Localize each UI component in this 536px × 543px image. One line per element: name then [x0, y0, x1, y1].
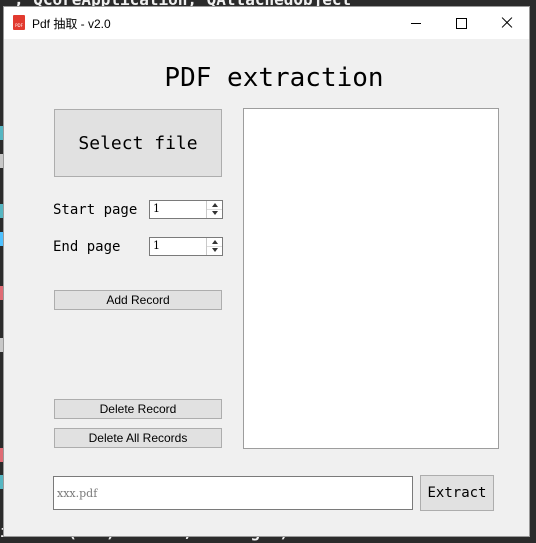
record-list[interactable] [243, 108, 499, 449]
start-page-label: Start page [53, 202, 138, 218]
triangle-up-icon [211, 203, 218, 207]
end-page-stepper [206, 238, 222, 255]
end-page-value[interactable]: 1 [153, 239, 160, 252]
triangle-up-icon [211, 240, 218, 244]
end-page-spinbox[interactable]: 1 [149, 237, 223, 256]
close-icon [501, 17, 513, 29]
start-page-value[interactable]: 1 [153, 202, 160, 215]
maximize-button[interactable] [438, 7, 484, 39]
add-record-button[interactable]: Add Record [54, 290, 222, 310]
start-page-decrement-button[interactable] [207, 209, 222, 217]
close-button[interactable] [484, 7, 530, 39]
extract-button[interactable]: Extract [420, 475, 494, 511]
select-file-button[interactable]: Select file [54, 109, 222, 177]
output-filename-input[interactable] [54, 477, 412, 509]
pdf-file-icon [13, 15, 25, 30]
page-title: PDF extraction [164, 63, 384, 93]
maximize-icon [455, 17, 467, 29]
output-filename-field[interactable] [53, 476, 413, 510]
window-title: Pdf 抽取 - v2.0 [32, 17, 111, 31]
minimize-icon [411, 22, 421, 24]
delete-all-records-button[interactable]: Delete All Records [54, 428, 222, 448]
minimize-button[interactable] [393, 7, 439, 39]
start-page-stepper [206, 201, 222, 218]
start-page-spinbox[interactable]: 1 [149, 200, 223, 219]
triangle-down-icon [211, 248, 218, 252]
triangle-down-icon [211, 211, 218, 215]
app-window: Pdf 抽取 - v2.0 PDF extraction Select file… [3, 6, 530, 537]
title-bar[interactable]: Pdf 抽取 - v2.0 [4, 7, 529, 39]
delete-record-button[interactable]: Delete Record [54, 399, 222, 419]
end-page-decrement-button[interactable] [207, 246, 222, 254]
end-page-label: End page [53, 239, 121, 255]
